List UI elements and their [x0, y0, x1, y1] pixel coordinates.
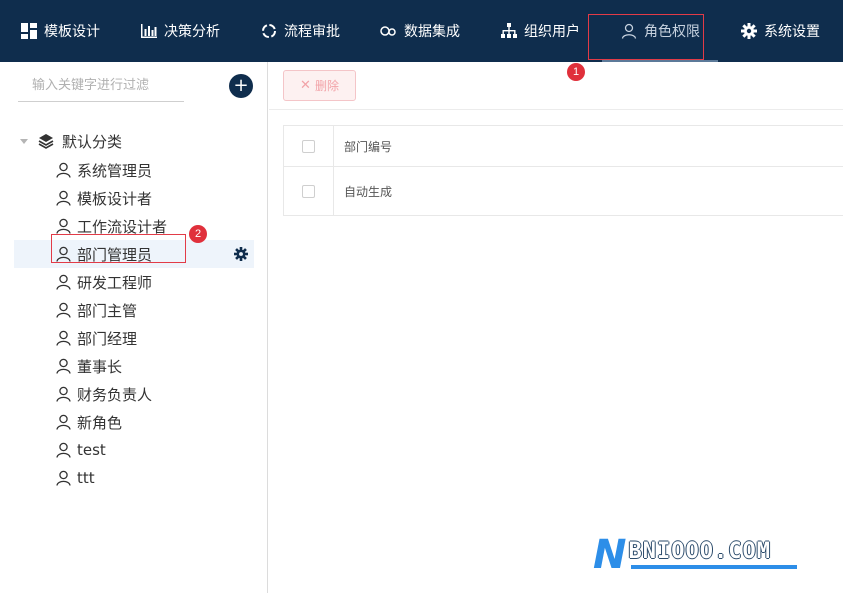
tree-node-label: 董事长 — [77, 357, 123, 376]
tree-node-role[interactable]: 部门经理 — [14, 324, 254, 352]
tree-root-default-category[interactable]: 默认分类 — [20, 128, 122, 154]
org-tree-icon — [500, 22, 518, 40]
tree-node-role[interactable]: ttt — [14, 464, 254, 492]
tree-node-role[interactable]: 董事长 — [14, 352, 254, 380]
tree-node-role[interactable]: test — [14, 436, 254, 464]
delete-label: 删除 — [314, 79, 339, 93]
column-header-dept-code: 部门编号 — [344, 139, 393, 154]
tree-node-role[interactable]: 财务负责人 — [14, 380, 254, 408]
user-outline-icon — [620, 22, 638, 40]
nav-item-role-permissions[interactable]: 角色权限 — [600, 0, 720, 62]
user-icon — [56, 386, 71, 402]
tree-node-label: 部门经理 — [77, 329, 138, 348]
tree-node-label: 研发工程师 — [77, 273, 153, 292]
tree-node-role[interactable]: 模板设计者 — [14, 184, 254, 212]
user-icon — [56, 470, 71, 486]
top-navigation-bar: 模板设计 决策分析 流程审批 数据集成 组织用户 角色权限 系统设置 — [0, 0, 843, 62]
caret-down-icon[interactable] — [20, 138, 28, 144]
tree-node-label: 财务负责人 — [77, 385, 153, 404]
link-icon — [380, 22, 398, 40]
tree-node-role[interactable]: 工作流设计者 — [14, 212, 254, 240]
tree-node-label: 系统管理员 — [77, 161, 153, 180]
circle-refresh-icon — [260, 22, 278, 40]
nav-label: 决策分析 — [164, 24, 220, 40]
tree-node-role[interactable]: 研发工程师 — [14, 268, 254, 296]
delete-button[interactable]: ✕ 删除 — [283, 70, 356, 101]
plus-icon: + — [233, 75, 249, 96]
user-icon — [56, 274, 71, 290]
filter-input[interactable] — [18, 70, 184, 102]
nav-item-org-users[interactable]: 组织用户 — [480, 0, 600, 62]
nav-label: 组织用户 — [524, 24, 580, 40]
layers-icon — [38, 133, 54, 149]
tree-node-role[interactable]: 系统管理员 — [14, 156, 254, 184]
watermark-text: BNIOOO.COM — [628, 538, 771, 564]
table-cell: 自动生成 — [344, 184, 393, 199]
watermark-letter: N — [593, 532, 627, 578]
tree-node-label: 新角色 — [77, 413, 123, 432]
role-tree-panel: + 默认分类 系统管理员模板设计者工作流设计者部门管理员研发工程师部门主管部门经… — [0, 62, 268, 593]
nav-label: 角色权限 — [644, 24, 700, 40]
tree-node-label: 工作流设计者 — [77, 217, 168, 236]
row-checkbox[interactable] — [302, 184, 315, 198]
nav-item-data-integration[interactable]: 数据集成 — [360, 0, 480, 62]
watermark-underline — [631, 565, 797, 569]
tree-node-label: 模板设计者 — [77, 189, 153, 208]
user-icon — [56, 414, 71, 430]
watermark-logo: N BNIOOO.COM — [593, 532, 797, 578]
nav-label: 模板设计 — [44, 24, 100, 40]
nav-label: 系统设置 — [764, 24, 820, 40]
user-icon — [56, 302, 71, 318]
user-icon — [56, 442, 71, 458]
add-role-button[interactable]: + — [229, 74, 253, 98]
gear-icon — [740, 22, 758, 40]
role-detail-panel: ✕ 删除 部门编号 自动生成 — [269, 62, 843, 593]
nav-item-system-settings[interactable]: 系统设置 — [720, 0, 840, 62]
nav-item-process-approval[interactable]: 流程审批 — [240, 0, 360, 62]
tree-root-label: 默认分类 — [62, 132, 123, 151]
table-row: 自动生成 — [284, 167, 843, 216]
tree-node-role[interactable]: 部门管理员 — [14, 240, 254, 268]
nav-item-template-design[interactable]: 模板设计 — [0, 0, 120, 62]
bar-chart-icon — [140, 22, 158, 40]
user-icon — [56, 218, 71, 234]
user-icon — [56, 358, 71, 374]
tree-node-label: ttt — [77, 469, 95, 487]
dashboard-grid-icon — [20, 22, 38, 40]
close-icon: ✕ — [300, 78, 311, 93]
data-table: 部门编号 自动生成 — [283, 125, 843, 216]
select-all-checkbox[interactable] — [302, 139, 315, 153]
user-icon — [56, 190, 71, 206]
user-icon — [56, 162, 71, 178]
user-icon — [56, 246, 71, 262]
tree-node-role[interactable]: 新角色 — [14, 408, 254, 436]
nav-label: 数据集成 — [404, 24, 460, 40]
table-header-row: 部门编号 — [284, 126, 843, 167]
toolbar-divider — [269, 109, 843, 110]
user-icon — [56, 330, 71, 346]
node-settings-gear-icon[interactable] — [234, 247, 248, 261]
nav-label: 流程审批 — [284, 24, 340, 40]
tree-node-label: 部门主管 — [77, 301, 138, 320]
step-badge-2: 2 — [189, 225, 207, 243]
nav-item-decision-analysis[interactable]: 决策分析 — [120, 0, 240, 62]
tree-node-role[interactable]: 部门主管 — [14, 296, 254, 324]
tree-node-label: 部门管理员 — [77, 245, 153, 264]
tree-node-label: test — [77, 441, 106, 459]
